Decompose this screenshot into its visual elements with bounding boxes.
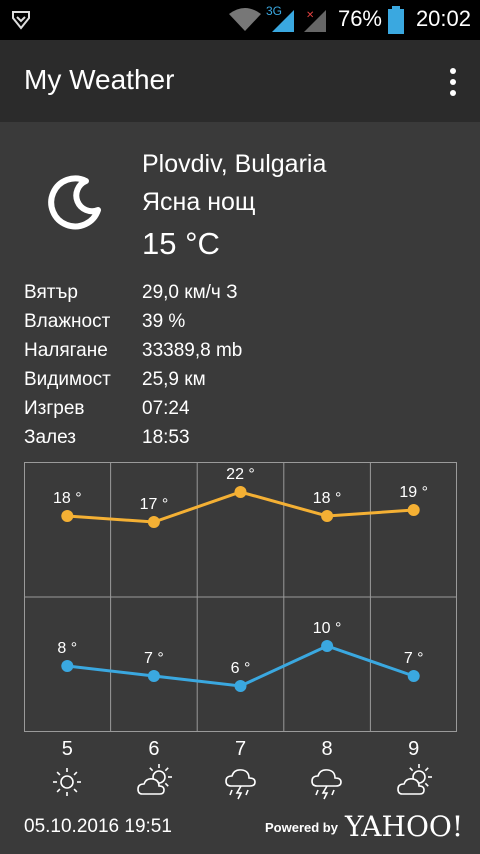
high-temp-point [147, 516, 160, 528]
partly-cloudy-icon [396, 764, 432, 795]
forecast-day-number: 7 [234, 738, 247, 760]
temperature-forecast-chart: 18 ° 17 ° 22 ° 18 ° 19 ° 8 ° 7 ° 6 ° 10 ° 7 ° [24, 462, 457, 732]
low-temp-label: 8 ° [57, 640, 77, 657]
forecast-day-number: 6 [148, 738, 160, 760]
forecast-day-number: 9 [408, 738, 420, 760]
high-temp-label: 18 ° [53, 490, 82, 507]
high-temp-point [321, 510, 334, 522]
sunrise-value: 07:24 [142, 398, 190, 419]
low-temp-label: 10 ° [313, 620, 342, 637]
sunrise-label: Изгрев [24, 398, 85, 419]
signal-icon-1 [272, 10, 294, 32]
low-temp-label: 7 ° [144, 650, 164, 667]
low-temp-point [407, 670, 420, 682]
pressure-value: 33389,8 mb [142, 340, 243, 361]
visibility-value: 25,9 км [142, 369, 206, 390]
thunderstorm-icon [224, 769, 256, 800]
high-temp-label: 19 ° [399, 484, 428, 501]
visibility-label: Видимост [24, 369, 111, 390]
thunderstorm-icon [311, 769, 342, 800]
yahoo-logo: YAHOO! [345, 810, 464, 843]
sunset-label: Залез [24, 427, 76, 448]
location-name: Plovdiv, Bulgaria [142, 150, 327, 178]
high-temp-point [61, 510, 74, 522]
sunset-value: 18:53 [142, 427, 190, 448]
wind-value: 29,0 км/ч З [142, 282, 238, 303]
humidity-label: Влажност [24, 311, 111, 332]
wind-label: Вятър [24, 282, 78, 303]
high-temp-label: 22 ° [226, 466, 255, 483]
powered-by-yahoo[interactable]: Powered by YAHOO! [265, 810, 463, 844]
wifi-icon [229, 8, 261, 31]
svg-text:✕: ✕ [306, 10, 314, 21]
powered-by-label: Powered by [265, 820, 338, 835]
high-temp-point [234, 486, 247, 498]
high-temp-point [407, 504, 420, 516]
forecast-day-number: 5 [61, 738, 73, 760]
humidity-value: 39 % [142, 311, 186, 332]
app-title: My Weather [24, 64, 175, 95]
current-temperature: 15 °C [142, 226, 220, 261]
condition-text: Ясна нощ [142, 188, 256, 216]
high-temp-label: 17 ° [140, 496, 169, 513]
pressure-label: Налягане [24, 340, 108, 361]
overflow-menu-icon [450, 68, 456, 74]
battery-percent: 76% [337, 6, 382, 31]
overflow-dot [450, 90, 456, 96]
overflow-dot [450, 79, 456, 85]
low-temp-point [61, 660, 74, 672]
app-notification-icon [12, 11, 30, 30]
low-temp-label: 7 ° [404, 650, 424, 667]
partly-cloudy-icon [137, 764, 172, 795]
low-temp-point [234, 680, 247, 692]
overflow-menu-button[interactable] [446, 66, 460, 98]
last-updated: 05.10.2016 19:51 [24, 816, 172, 837]
low-temp-point [147, 670, 160, 682]
status-bar: 3G ✕ 76% 20:02 [0, 0, 480, 40]
app-bar: My Weather [0, 40, 480, 122]
signal-icon-2: ✕ [304, 10, 326, 32]
forecast-day-number: 8 [321, 738, 333, 760]
low-temp-label: 6 ° [231, 660, 251, 677]
sun-icon [53, 768, 82, 796]
status-time: 20:02 [415, 6, 471, 31]
moon-icon [48, 175, 101, 230]
battery-icon [388, 6, 404, 34]
high-temp-label: 18 ° [313, 490, 342, 507]
low-temp-point [321, 640, 334, 652]
